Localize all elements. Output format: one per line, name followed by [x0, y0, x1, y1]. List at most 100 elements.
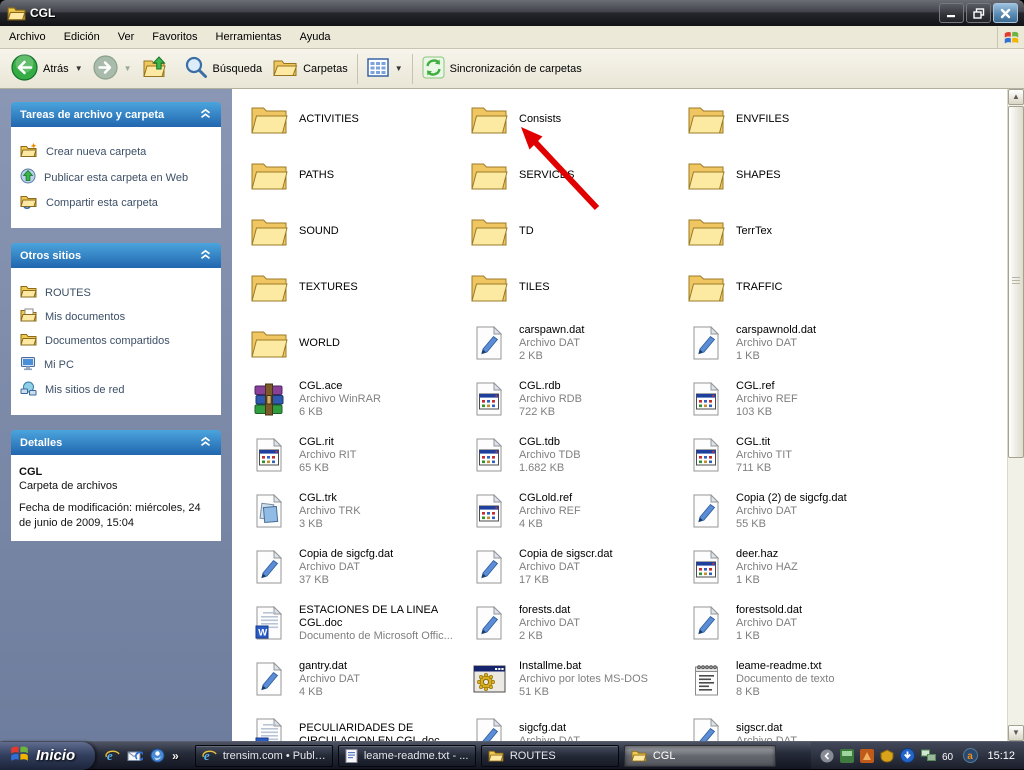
taskbar-button-routes[interactable]: ROUTES	[481, 745, 619, 767]
file-tile-estaciones-de-la-linea-cgl-doc[interactable]: WESTACIONES DE LA LINEA CGL.docDocumento…	[250, 597, 458, 649]
scroll-up-button[interactable]: ▲	[1008, 89, 1024, 105]
chevron-up-icon[interactable]	[199, 249, 212, 263]
green-app-icon[interactable]	[840, 749, 854, 763]
file-tile-cgl-ace[interactable]: CGL.aceArchivo WinRAR6 KB	[250, 373, 458, 425]
back-button[interactable]: Atrás ▼	[6, 51, 88, 87]
menu-item-ver[interactable]: Ver	[109, 28, 144, 46]
indicator-60-icon[interactable]: 60	[942, 750, 957, 762]
file-tile-installme-bat[interactable]: Installme.batArchivo por lotes MS-DOS51 …	[470, 653, 678, 705]
orange-app-icon[interactable]	[860, 749, 874, 763]
file-tile-forestsold-dat[interactable]: forestsold.datArchivo DAT1 KB	[687, 597, 895, 649]
desktop-screen: CGL ArchivoEdiciónVerFavoritosHerramient…	[0, 0, 1024, 768]
file-tile-sigscr-dat[interactable]: sigscr.datArchivo DAT	[687, 709, 895, 741]
folder-tile-traffic[interactable]: TRAFFIC	[687, 261, 895, 313]
folder-tile-shapes[interactable]: SHAPES	[687, 149, 895, 201]
sidebar-item-documentos-compartidos[interactable]: Documentos compartidos	[20, 332, 212, 349]
sidebar-item-publicar-esta-carpeta-en-web[interactable]: Publicar esta carpeta en Web	[20, 168, 212, 187]
folder-tile-td[interactable]: TD	[470, 205, 678, 257]
folder-tile-tiles[interactable]: TILES	[470, 261, 678, 313]
file-type: Archivo DAT	[299, 673, 360, 686]
sidebar-item-mis-sitios-de-red[interactable]: Mis sitios de red	[20, 381, 212, 399]
file-tile-carspawn-dat[interactable]: carspawn.datArchivo DAT2 KB	[470, 317, 678, 369]
antivirus-icon[interactable]: a	[963, 748, 978, 763]
panel-header-tareas-de-archivo-y-carpeta[interactable]: Tareas de archivo y carpeta	[11, 102, 221, 127]
folder-icon	[687, 104, 725, 134]
scrollbar-thumb[interactable]	[1008, 106, 1024, 458]
minimize-button[interactable]	[939, 3, 964, 23]
file-tile-copia-2-de-sigcfg-dat[interactable]: Copia (2) de sigcfg.datArchivo DAT55 KB	[687, 485, 895, 537]
folder-tile-paths[interactable]: PATHS	[250, 149, 458, 201]
folder-tile-activities[interactable]: ACTIVITIES	[250, 93, 458, 145]
file-name: forests.dat	[519, 604, 580, 617]
start-button[interactable]: Inicio	[0, 742, 95, 770]
file-tile-copia-de-sigcfg-dat[interactable]: Copia de sigcfg.datArchivo DAT37 KB	[250, 541, 458, 593]
file-tile-cglold-ref[interactable]: CGLold.refArchivo REF4 KB	[470, 485, 678, 537]
sidebar-item-crear-nueva-carpeta[interactable]: Crear nueva carpeta	[20, 143, 212, 161]
views-dropdown-caret[interactable]: ▼	[395, 64, 403, 73]
folder-tile-terrtex[interactable]: TerrTex	[687, 205, 895, 257]
folder-tile-consists[interactable]: Consists	[470, 93, 678, 145]
taskbar-button-leame-readme-txt[interactable]: leame-readme.txt - ...	[338, 745, 476, 767]
panel-title: Tareas de archivo y carpeta	[20, 109, 164, 121]
file-name: TILES	[519, 281, 550, 294]
search-button[interactable]: Búsqueda	[179, 52, 268, 85]
views-icon	[367, 58, 389, 80]
file-tile-cgl-tdb[interactable]: CGL.tdbArchivo TDB1.682 KB	[470, 429, 678, 481]
file-tile-cgl-rit[interactable]: CGL.ritArchivo RIT65 KB	[250, 429, 458, 481]
folders-button[interactable]: Carpetas	[267, 53, 353, 84]
file-tile-cgl-tit[interactable]: CGL.titArchivo TIT711 KB	[687, 429, 895, 481]
restore-button[interactable]	[966, 3, 991, 23]
overflow-chevron-icon[interactable]: »	[172, 749, 179, 763]
sidebar-item-routes[interactable]: ROUTES	[20, 284, 212, 301]
back-dropdown-caret[interactable]: ▼	[75, 64, 83, 73]
sidebar-item-mis-documentos[interactable]: Mis documentos	[20, 308, 212, 325]
title-bar[interactable]: CGL	[0, 0, 1024, 26]
messenger-icon[interactable]	[150, 748, 165, 763]
close-button[interactable]	[993, 3, 1018, 23]
windows-update-icon[interactable]	[900, 748, 915, 763]
collapse-chevron-icon[interactable]	[820, 749, 834, 763]
sidebar-item-compartir-esta-carpeta[interactable]: Compartir esta carpeta	[20, 194, 212, 212]
file-tile-carspawnold-dat[interactable]: carspawnold.datArchivo DAT1 KB	[687, 317, 895, 369]
panel-header-otros-sitios[interactable]: Otros sitios	[11, 243, 221, 268]
file-tile-cgl-ref[interactable]: CGL.refArchivo REF103 KB	[687, 373, 895, 425]
file-tile-cgl-rdb[interactable]: CGL.rdbArchivo RDB722 KB	[470, 373, 678, 425]
file-tile-peculiaridades-de-circulacion-en-cgl-doc[interactable]: WPECULIARIDADES DE CIRCULACION EN CGL.do…	[250, 709, 458, 741]
folder-tile-world[interactable]: WORLD	[250, 317, 458, 369]
folder-sync-button[interactable]: Sincronización de carpetas	[417, 53, 587, 85]
taskbar-button-cgl[interactable]: CGL	[624, 745, 776, 767]
scroll-down-button[interactable]: ▼	[1008, 725, 1024, 741]
folder-tile-envfiles[interactable]: ENVFILES	[687, 93, 895, 145]
folder-tile-textures[interactable]: TEXTURES	[250, 261, 458, 313]
file-tile-cgl-trk[interactable]: CGL.trkArchivo TRK3 KB	[250, 485, 458, 537]
vertical-scrollbar[interactable]: ▲ ▼	[1007, 89, 1024, 741]
file-tile-copia-de-sigscr-dat[interactable]: Copia de sigscr.datArchivo DAT17 KB	[470, 541, 678, 593]
menu-item-herramientas[interactable]: Herramientas	[207, 28, 291, 46]
views-button[interactable]: ▼	[362, 55, 408, 83]
ie-icon[interactable]: e	[105, 748, 120, 763]
file-tile-forests-dat[interactable]: forests.datArchivo DAT2 KB	[470, 597, 678, 649]
sidebar-item-mi-pc[interactable]: Mi PC	[20, 356, 212, 374]
file-tile-sigcfg-dat[interactable]: sigcfg.datArchivo DAT	[470, 709, 678, 741]
file-tile-gantry-dat[interactable]: gantry.datArchivo DAT4 KB	[250, 653, 458, 705]
network-status-icon[interactable]	[921, 749, 936, 762]
panel-header-detalles[interactable]: Detalles	[11, 430, 221, 455]
taskbar-button-trensim-com-public[interactable]: etrensim.com • Public...	[195, 745, 333, 767]
file-tile-leame-readme-txt[interactable]: leame-readme.txtDocumento de texto8 KB	[687, 653, 895, 705]
yellow-app-icon[interactable]	[880, 749, 894, 763]
chevron-up-icon[interactable]	[199, 108, 212, 122]
menu-item-edici-n[interactable]: Edición	[55, 28, 109, 46]
forward-button[interactable]: ▼	[88, 52, 137, 86]
menu-item-archivo[interactable]: Archivo	[0, 28, 55, 46]
folder-tile-services[interactable]: SERVICES	[470, 149, 678, 201]
mail-icon[interactable]	[127, 749, 143, 763]
menu-item-favoritos[interactable]: Favoritos	[143, 28, 206, 46]
up-button[interactable]	[137, 52, 173, 85]
folder-tile-sound[interactable]: SOUND	[250, 205, 458, 257]
folder-icon	[687, 216, 725, 246]
file-list-area[interactable]: ACTIVITIESConsistsENVFILES PATHSSERVICESS…	[232, 89, 1024, 741]
file-type: Archivo DAT	[736, 617, 802, 630]
menu-item-ayuda[interactable]: Ayuda	[291, 28, 340, 46]
file-tile-deer-haz[interactable]: deer.hazArchivo HAZ1 KB	[687, 541, 895, 593]
chevron-up-icon[interactable]	[199, 436, 212, 450]
